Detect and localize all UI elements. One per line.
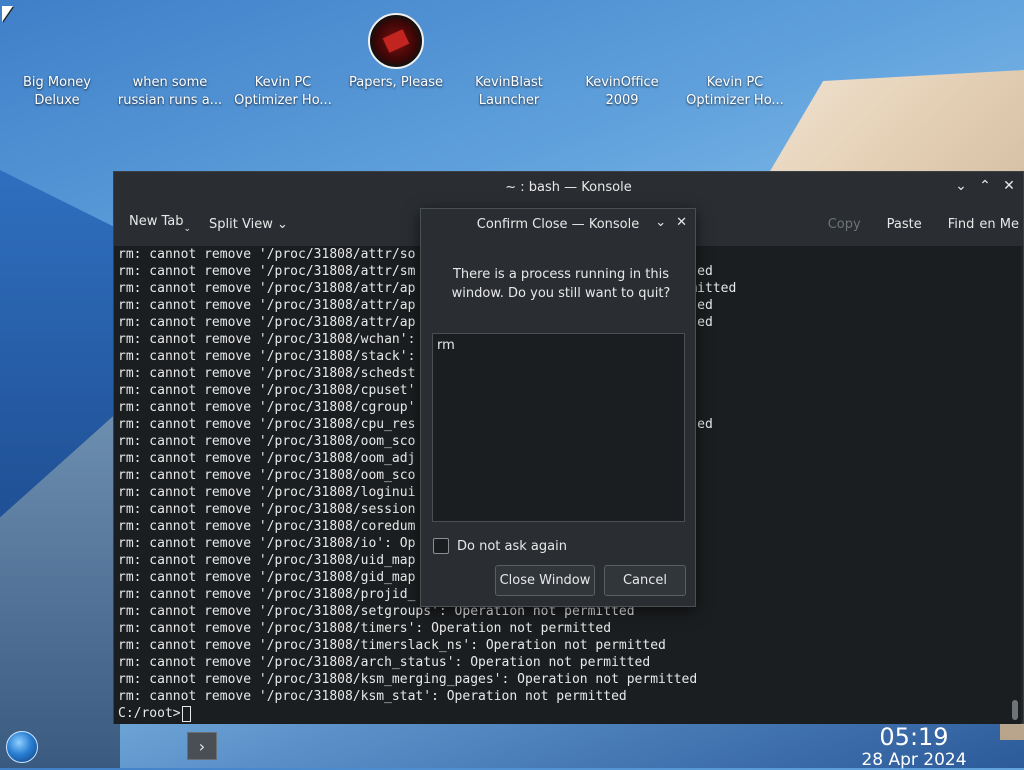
scrollbar-thumb[interactable] — [1012, 700, 1018, 720]
prompt-text: C:/root> — [118, 706, 181, 721]
close-icon[interactable]: ✕ — [1001, 178, 1017, 194]
hamburger-menu-button[interactable]: en Me — [977, 217, 1023, 232]
copy-button[interactable]: Copy — [819, 217, 870, 232]
desktop-icon-label: Kevin PC Optimizer Ho... — [686, 75, 784, 108]
desktop-icon-label: Big Money Deluxe — [22, 75, 91, 108]
terminal-line: rm: cannot remove '/proc/31808/timers': … — [118, 621, 612, 636]
clock-time: 05:19 — [879, 723, 949, 751]
checkbox-label: Do not ask again — [457, 538, 567, 554]
dialog-title: Confirm Close — Konsole — [476, 216, 640, 232]
desktop-icon-papers-please[interactable]: Papers, Please — [341, 8, 451, 92]
paste-button[interactable]: Paste — [878, 217, 931, 232]
cancel-button[interactable]: Cancel — [604, 565, 686, 596]
do-not-ask-again-checkbox[interactable] — [433, 538, 449, 554]
minimize-icon[interactable]: ⌄ — [953, 178, 969, 194]
desktop-icon-kevinblast-launcher[interactable]: KevinBlast Launcher — [454, 8, 564, 110]
maximize-icon[interactable]: ⌃ — [977, 178, 993, 194]
text-cursor — [181, 705, 191, 722]
desktop-icon-big-money-deluxe[interactable]: Big Money Deluxe — [2, 8, 112, 110]
terminal-prompt[interactable]: C:/root> — [114, 705, 1009, 722]
desktop-icon-russian[interactable]: when some russian runs a... — [115, 8, 225, 110]
expand-arrow-button[interactable]: › — [187, 732, 217, 760]
chevron-down-icon[interactable]: ⌄ — [655, 215, 666, 230]
do-not-ask-again-option[interactable]: Do not ask again — [433, 538, 567, 554]
desktop-icon-label: Papers, Please — [348, 75, 444, 90]
desktop-icon-kevin-pc-optimizer-2[interactable]: Kevin PC Optimizer Ho... — [680, 8, 790, 110]
terminal-scrollbar[interactable] — [1009, 246, 1021, 724]
confirm-close-dialog: Confirm Close — Konsole ⌄ ✕ There is a p… — [420, 208, 696, 607]
dialog-titlebar[interactable]: Confirm Close — Konsole ⌄ ✕ — [421, 209, 695, 239]
desktop-icons: Big Money Deluxe when some russian runs … — [0, 8, 1024, 118]
desktop-icon-label: KevinOffice 2009 — [585, 75, 659, 108]
split-view-button[interactable]: Split View ⌄ — [200, 217, 297, 232]
dropdown-arrow-icon: ⌄ — [183, 224, 192, 234]
process-list[interactable]: rm — [432, 333, 685, 522]
chevron-right-icon: › — [198, 736, 206, 756]
papers-please-icon — [368, 13, 424, 69]
new-tab-button[interactable]: New Tab⌄ — [120, 214, 200, 234]
close-window-button[interactable]: Close Window — [495, 565, 595, 596]
konsole-titlebar[interactable]: ~ : bash — Konsole ⌄ ⌃ ✕ — [114, 172, 1023, 202]
terminal-line: rm: cannot remove '/proc/31808/ksm_stat'… — [118, 689, 627, 704]
desktop-icon-kevinoffice-2009[interactable]: KevinOffice 2009 — [567, 8, 677, 110]
terminal-line: rm: cannot remove '/proc/31808/timerslac… — [118, 638, 666, 653]
desktop-clock: 05:19 28 Apr 2024 — [850, 724, 978, 770]
desktop-icon-kevin-pc-optimizer[interactable]: Kevin PC Optimizer Ho... — [228, 8, 338, 110]
close-icon[interactable]: ✕ — [676, 215, 687, 230]
terminal-line: rm: cannot remove '/proc/31808/arch_stat… — [118, 655, 651, 670]
desktop-icon-label: KevinBlast Launcher — [475, 75, 543, 108]
list-item[interactable]: rm — [437, 338, 680, 353]
clock-date: 28 Apr 2024 — [861, 750, 967, 770]
dialog-message: There is a process running in this windo… — [451, 267, 671, 301]
desktop-icon-label: when some russian runs a... — [117, 75, 223, 108]
window-title: ~ : bash — Konsole — [505, 179, 632, 195]
terminal-line: rm: cannot remove '/proc/31808/ksm_mergi… — [118, 672, 698, 687]
find-button[interactable]: Find — [939, 217, 978, 232]
start-menu-icon[interactable] — [6, 731, 38, 763]
desktop-icon-label: Kevin PC Optimizer Ho... — [234, 75, 332, 108]
chevron-down-icon: ⌄ — [277, 216, 288, 232]
